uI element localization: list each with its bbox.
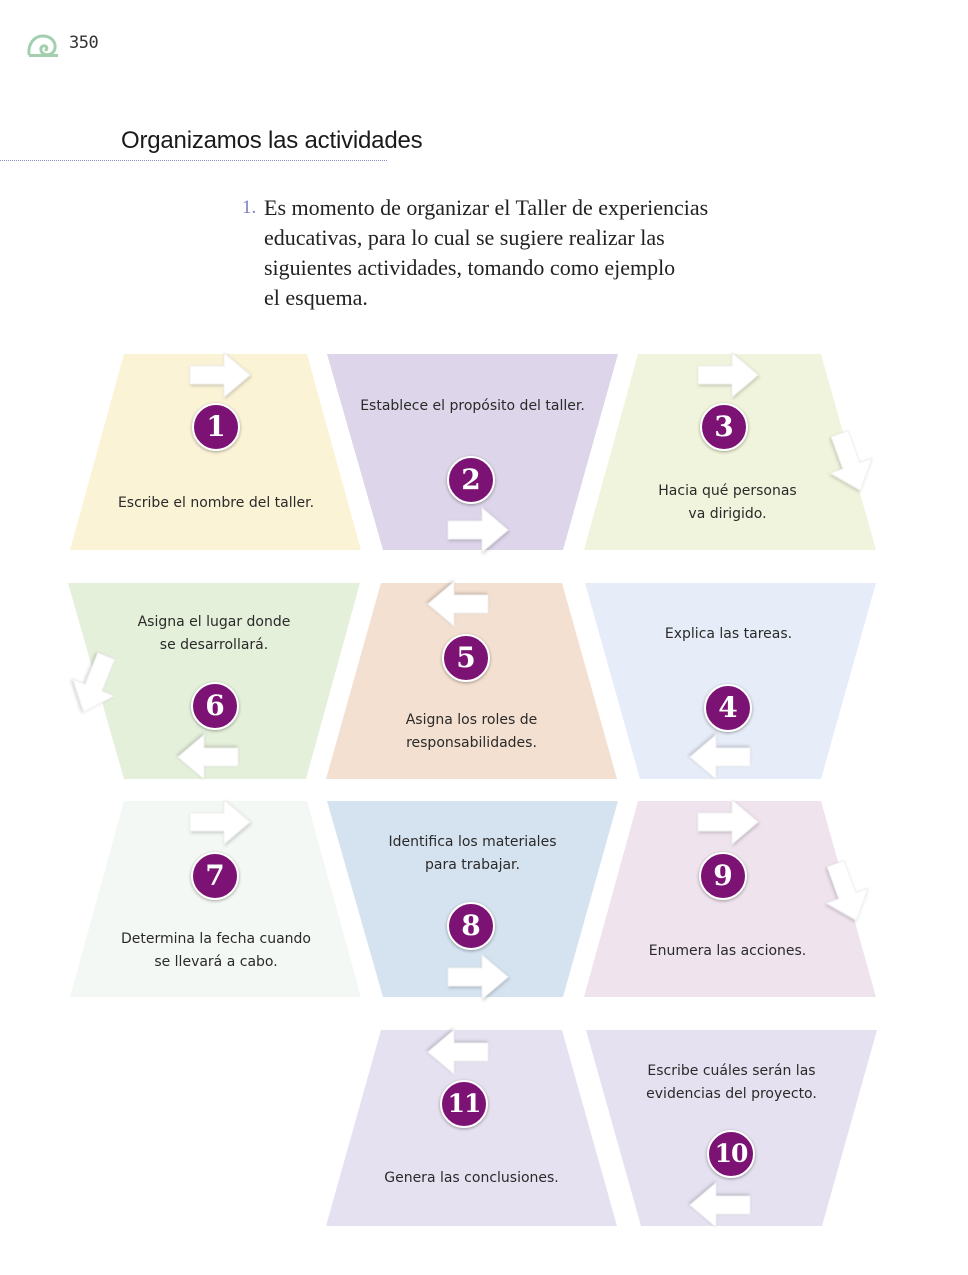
- step-2-text: Establece el propósito del taller.: [360, 398, 585, 414]
- step-8-text: Identifica los materiales para trabajar.: [388, 834, 557, 873]
- step-9-text: Enumera las acciones.: [648, 943, 807, 959]
- step-7-badge: 7: [191, 852, 239, 900]
- step-2-badge: 2: [447, 456, 495, 504]
- step-11-badge: 11: [440, 1080, 488, 1128]
- step-9-badge: 9: [699, 852, 747, 900]
- activities-diagram: Escribe el nombre del taller. 1 Establece …: [0, 0, 968, 1275]
- step-7-text: Determina la fecha cuando se llevará a c…: [121, 931, 311, 970]
- step-10-text: Escribe cuáles serán las evidencias del …: [646, 1063, 817, 1102]
- step-1-badge: 1: [192, 403, 240, 451]
- step-5-text: Asigna los roles de responsabilidades.: [405, 712, 538, 751]
- step-3-badge: 3: [700, 403, 748, 451]
- step-10-badge: 10: [707, 1130, 755, 1178]
- step-4-badge: 4: [704, 684, 752, 732]
- step-1-text: Escribe el nombre del taller.: [117, 495, 315, 511]
- step-8-badge: 8: [447, 902, 495, 950]
- step-3-text: Hacia qué personas va dirigido.: [658, 483, 797, 522]
- step-5-badge: 5: [442, 634, 490, 682]
- step-11-text: Genera las conclusiones.: [384, 1170, 559, 1186]
- step-4-text: Explica las tareas.: [664, 626, 793, 642]
- step-6-badge: 6: [191, 682, 239, 730]
- step-6-text: Asigna el lugar donde se desarrollará.: [137, 614, 291, 653]
